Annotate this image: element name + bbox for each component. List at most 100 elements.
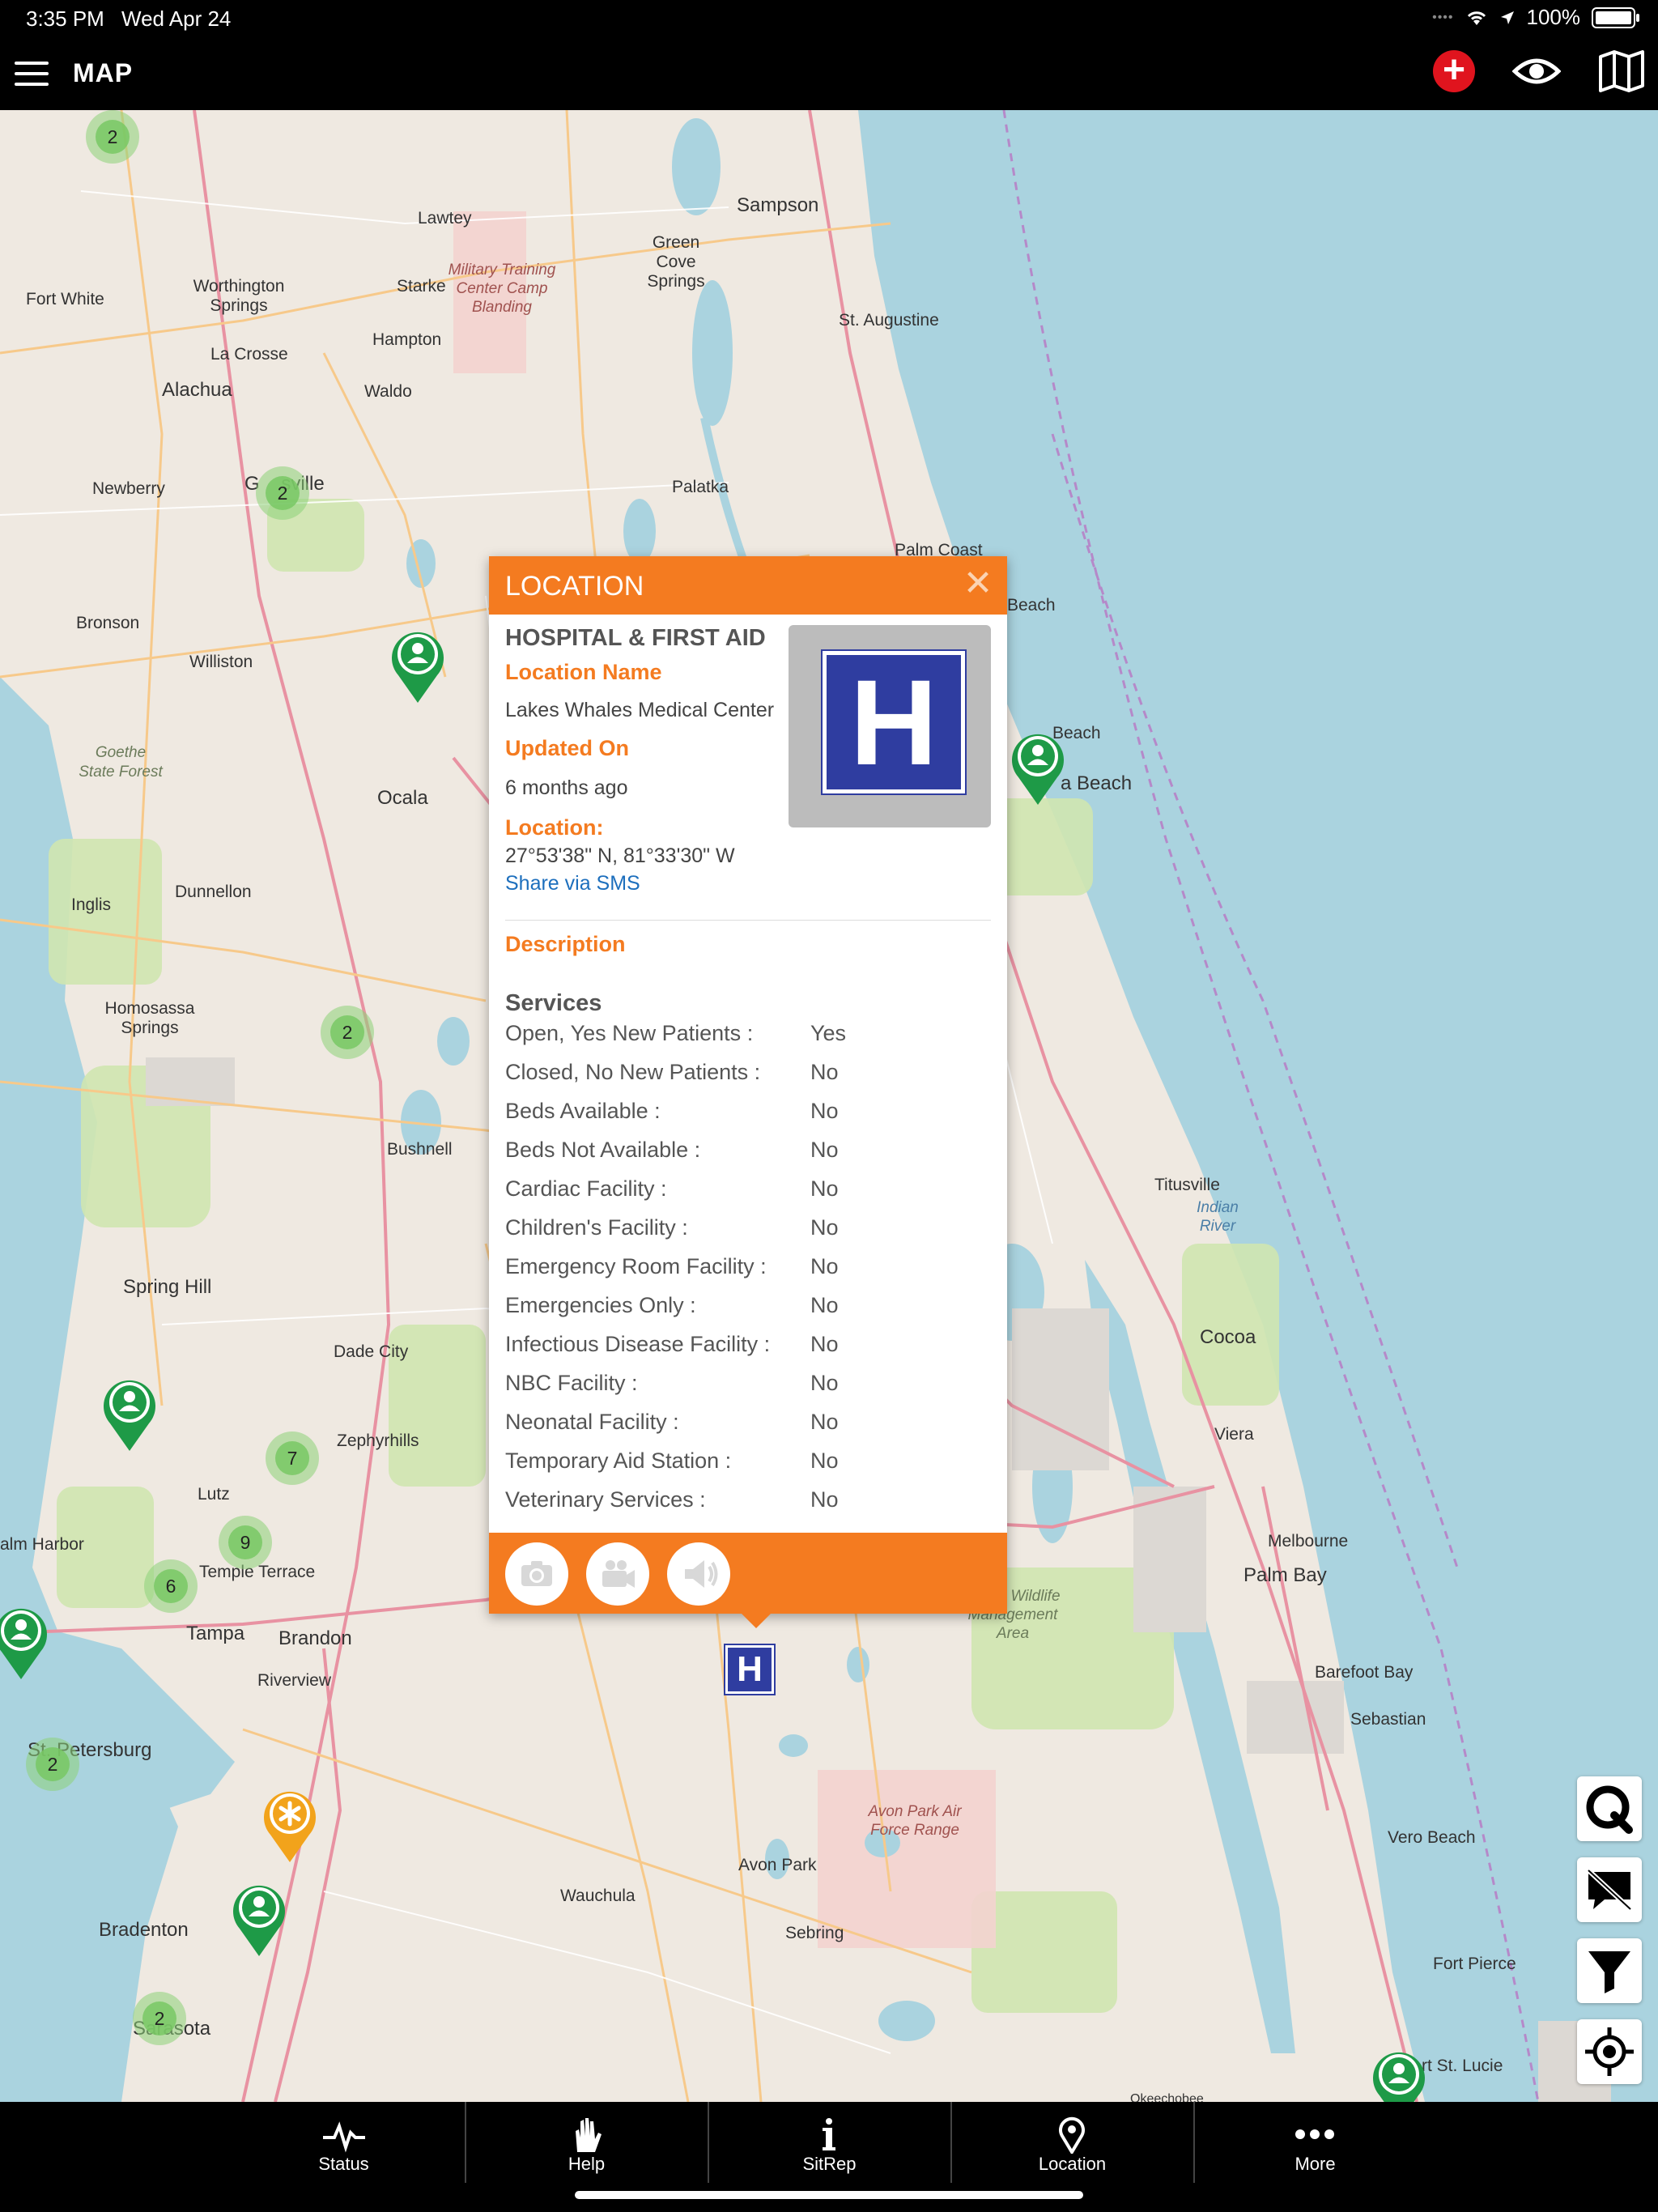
person-pin-icon[interactable] bbox=[1007, 729, 1069, 806]
map-layers-icon[interactable] bbox=[1598, 50, 1645, 92]
place-label: Barefoot Bay bbox=[1315, 1663, 1414, 1682]
place-label: Wauchula bbox=[560, 1887, 636, 1905]
place-label: Avon Park bbox=[738, 1856, 817, 1874]
place-label: Zephyrhills bbox=[337, 1431, 419, 1450]
person-pin-icon[interactable] bbox=[228, 1880, 290, 1958]
tab-more[interactable]: More bbox=[1194, 2102, 1436, 2183]
marker-cluster[interactable]: 7 bbox=[266, 1431, 319, 1485]
place-label: Riverview bbox=[257, 1671, 332, 1690]
status-time: 3:35 PM bbox=[26, 6, 104, 31]
place-label: Williston bbox=[189, 653, 253, 671]
video-button[interactable] bbox=[586, 1542, 649, 1606]
more-dots-icon bbox=[1295, 2129, 1334, 2139]
close-icon[interactable]: ✕ bbox=[962, 566, 994, 602]
place-label: Green Cove Springs bbox=[647, 233, 705, 291]
person-pin-icon[interactable] bbox=[387, 627, 449, 704]
status-indicators: •••• 100% bbox=[1432, 5, 1639, 30]
place-label: Newberry bbox=[92, 479, 165, 498]
marker-cluster[interactable]: 6 bbox=[144, 1559, 198, 1613]
search-q-icon bbox=[1586, 1785, 1633, 1834]
location-category: HOSPITAL & FIRST AID bbox=[505, 625, 766, 651]
person-pin-icon[interactable] bbox=[99, 1375, 160, 1453]
place-label: Starke bbox=[397, 277, 446, 296]
popup-pointer bbox=[740, 1612, 772, 1628]
share-sms-link[interactable]: Share via SMS bbox=[505, 872, 640, 895]
locate-me-button[interactable] bbox=[1577, 2019, 1642, 2084]
services-title: Services bbox=[505, 990, 602, 1016]
place-label: Military Training Center Camp Blanding bbox=[448, 262, 556, 316]
updated-value: 6 months ago bbox=[505, 776, 628, 799]
hide-messages-button[interactable] bbox=[1577, 1857, 1642, 1922]
place-label: Brandon bbox=[278, 1627, 352, 1649]
place-label: Goethe State Forest bbox=[79, 744, 163, 781]
video-icon bbox=[602, 1560, 635, 1588]
place-label: Dade City bbox=[334, 1342, 409, 1361]
location-popup: LOCATION ✕ HOSPITAL & FIRST AID Location… bbox=[489, 556, 1007, 1628]
filter-icon bbox=[1588, 1951, 1630, 1993]
place-label: Tampa bbox=[186, 1623, 245, 1644]
locate-icon bbox=[1585, 2027, 1634, 2076]
marker-cluster[interactable]: 2 bbox=[321, 1006, 374, 1059]
place-label: Bradenton bbox=[99, 1919, 189, 1941]
popup-footer bbox=[489, 1533, 1007, 1628]
battery-icon bbox=[1592, 6, 1639, 28]
place-label: Fort Pierce bbox=[1433, 1955, 1516, 1973]
nav-bar: MAP + bbox=[0, 39, 1658, 110]
menu-icon[interactable] bbox=[15, 62, 49, 87]
marker-cluster[interactable]: 2 bbox=[133, 1992, 186, 2045]
tab-status[interactable]: Status bbox=[223, 2102, 465, 2183]
hide-messages-icon bbox=[1586, 1868, 1633, 1912]
camera-button[interactable] bbox=[505, 1542, 568, 1606]
person-pin-icon[interactable] bbox=[0, 1603, 52, 1681]
tab-sitrep[interactable]: SitRep bbox=[708, 2102, 950, 2183]
coordinates-label: Location: bbox=[505, 815, 604, 840]
marker-cluster[interactable]: 2 bbox=[26, 1738, 79, 1791]
filter-button[interactable] bbox=[1577, 1938, 1642, 2003]
place-label: Alachua bbox=[162, 379, 232, 401]
place-label: Fort White bbox=[26, 290, 104, 308]
battery-percent: 100% bbox=[1526, 5, 1581, 29]
place-label: Dunnellon bbox=[175, 883, 252, 901]
coordinates-value: 27°53'38" N, 81°33'30" W bbox=[505, 844, 735, 867]
tab-location[interactable]: Location bbox=[951, 2102, 1193, 2183]
wifi-icon bbox=[1467, 11, 1486, 25]
add-emergency-button[interactable]: + bbox=[1433, 50, 1475, 92]
pulse-icon bbox=[323, 2121, 365, 2153]
hospital-marker[interactable]: H bbox=[725, 1645, 774, 1694]
divider bbox=[505, 920, 991, 921]
hand-icon bbox=[576, 2118, 602, 2152]
place-label: Okeechobee bbox=[1130, 2092, 1204, 2102]
location-pin-icon bbox=[1059, 2116, 1085, 2154]
place-label: Palm Bay bbox=[1244, 1564, 1327, 1586]
marker-cluster[interactable]: 9 bbox=[219, 1516, 272, 1569]
camera-icon bbox=[521, 1561, 552, 1586]
home-indicator bbox=[575, 2191, 1083, 2199]
page-title: MAP bbox=[73, 58, 134, 87]
place-label: Hampton bbox=[372, 330, 442, 349]
medical-asterisk-pin-icon[interactable] bbox=[259, 1786, 321, 1864]
search-button[interactable] bbox=[1577, 1776, 1642, 1841]
place-label: Worthington Springs bbox=[193, 277, 285, 315]
place-label: alm Harbor bbox=[0, 1535, 84, 1554]
tab-bar: Status Help SitRep Location More bbox=[0, 2102, 1658, 2212]
marker-cluster[interactable]: 2 bbox=[256, 466, 309, 520]
location-name-value: Lakes Whales Medical Center bbox=[505, 699, 775, 721]
place-label: Titusville bbox=[1154, 1176, 1220, 1194]
hospital-image: H bbox=[789, 625, 991, 827]
place-label: Spring Hill bbox=[123, 1276, 212, 1298]
tab-help[interactable]: Help bbox=[466, 2102, 708, 2183]
popup-title: LOCATION bbox=[505, 571, 644, 602]
place-label: Viera bbox=[1214, 1425, 1254, 1444]
place-label: La Crosse bbox=[210, 345, 288, 364]
marker-cluster[interactable]: 2 bbox=[86, 110, 139, 164]
description-label: Description bbox=[505, 932, 626, 956]
eye-icon[interactable] bbox=[1512, 55, 1561, 87]
place-label: Bronson bbox=[76, 614, 140, 632]
announce-button[interactable] bbox=[667, 1542, 730, 1606]
place-label: Sebring bbox=[785, 1924, 844, 1942]
place-label: Waldo bbox=[364, 382, 412, 401]
place-label: a Beach bbox=[1061, 772, 1133, 794]
person-pin-icon[interactable] bbox=[1368, 2047, 1430, 2102]
place-label: Sampson bbox=[737, 194, 819, 216]
place-label: Cocoa bbox=[1200, 1326, 1256, 1348]
